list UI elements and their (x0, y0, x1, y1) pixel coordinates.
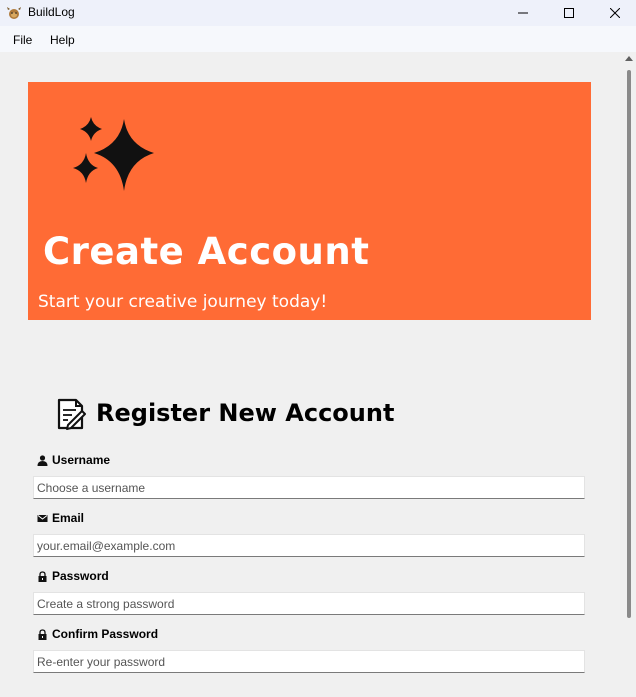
person-icon (37, 454, 48, 466)
hero-title: Create Account (43, 230, 370, 273)
title-bar: BuildLog (0, 0, 636, 26)
menu-file[interactable]: File (13, 33, 32, 47)
memo-pencil-icon (57, 398, 86, 430)
maximize-icon (564, 8, 574, 18)
close-button[interactable] (592, 0, 636, 26)
lock-icon (38, 628, 47, 640)
envelope-icon (37, 514, 48, 522)
form-title: Register New Account (96, 399, 395, 427)
vertical-scrollbar[interactable] (622, 52, 636, 697)
sparkles-icon (73, 117, 154, 191)
minimize-button[interactable] (500, 0, 546, 26)
username-input[interactable] (33, 476, 585, 499)
confirm-password-input[interactable] (33, 650, 585, 673)
main-content: Create Account Start your creative journ… (0, 52, 622, 697)
email-input[interactable] (33, 534, 585, 557)
scrollbar-thumb[interactable] (627, 70, 631, 618)
confirm-password-label: Confirm Password (37, 627, 158, 641)
email-label-text: Email (52, 511, 85, 525)
window-title: BuildLog (28, 5, 75, 19)
close-icon (610, 8, 620, 18)
confirm-password-label-text: Confirm Password (52, 627, 159, 641)
username-label-text: Username (52, 453, 111, 467)
email-label: Email (37, 511, 84, 525)
lock-icon (38, 570, 47, 582)
hero-banner: Create Account Start your creative journ… (28, 82, 591, 320)
minimize-icon (518, 12, 528, 14)
username-label: Username (37, 453, 110, 467)
form-header: Register New Account (56, 398, 394, 430)
menu-bar: File Help (0, 26, 636, 52)
app-icon (7, 7, 21, 19)
scroll-up-arrow-icon[interactable] (625, 56, 633, 61)
password-input[interactable] (33, 592, 585, 615)
password-label-text: Password (52, 569, 109, 583)
menu-help[interactable]: Help (50, 33, 75, 47)
maximize-button[interactable] (546, 0, 592, 26)
hero-subtitle: Start your creative journey today! (38, 292, 328, 312)
password-label: Password (37, 569, 109, 583)
